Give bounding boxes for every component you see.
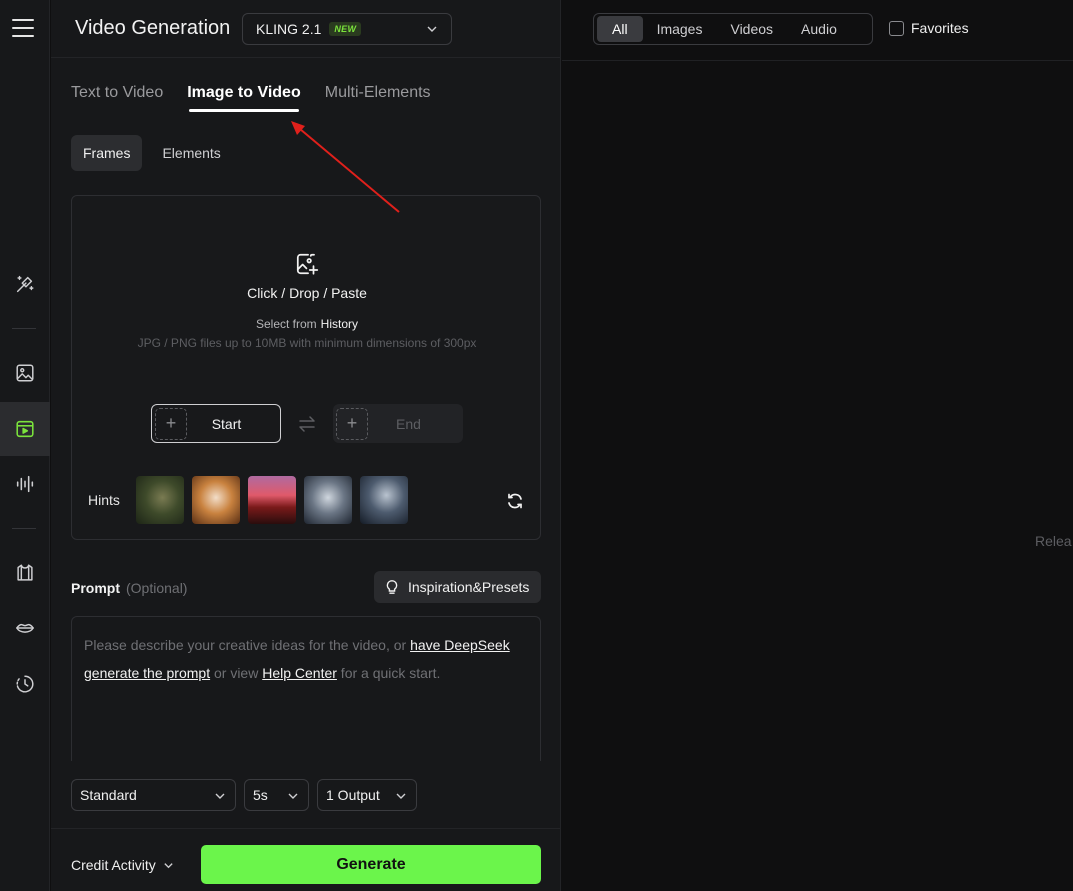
new-badge: NEW (329, 22, 362, 36)
prompt-placeholder-2: or view (210, 665, 263, 681)
prompt-placeholder-3: for a quick start. (336, 665, 441, 681)
history-link[interactable]: History (321, 317, 358, 331)
prompt-title: Prompt (71, 580, 120, 596)
help-center-link[interactable]: Help Center (262, 665, 337, 681)
duration-value: 5s (253, 787, 268, 803)
left-rail (0, 0, 50, 891)
plus-icon: + (155, 407, 187, 440)
media-filter-group: All Images Videos Audio (593, 13, 873, 45)
upload-title: Click / Drop / Paste (247, 285, 367, 301)
video-icon (16, 420, 34, 438)
prompt-placeholder-1: Please describe your creative ideas for … (84, 637, 411, 653)
history-clock-icon (16, 675, 34, 693)
panel-header: Video Generation KLING 2.1 NEW (51, 0, 561, 58)
panel-footer: Credit Activity Generate (51, 828, 561, 891)
audio-wave-icon (16, 475, 34, 493)
upload-hint: JPG / PNG files up to 10MB with minimum … (137, 336, 477, 350)
subtab-frames[interactable]: Frames (71, 135, 143, 171)
empty-state-text: Relea (1035, 533, 1072, 549)
rail-divider (12, 528, 36, 529)
hint-thumbnail-panda[interactable] (192, 476, 240, 524)
subtab-elements[interactable]: Elements (150, 135, 232, 171)
rail-item-generate[interactable] (0, 257, 50, 311)
rail-item-audio[interactable] (0, 457, 50, 511)
mode-tabs: Text to Video Image to Video Multi-Eleme… (71, 84, 455, 112)
filter-videos[interactable]: Videos (716, 16, 787, 42)
upload-history-line: Select from History (72, 317, 542, 331)
inspiration-presets-button[interactable]: Inspiration&Presets (374, 571, 541, 603)
rail-divider (12, 328, 36, 329)
hint-thumbnail-forest[interactable] (136, 476, 184, 524)
output-count-select[interactable]: 1 Output (317, 779, 417, 811)
model-select[interactable]: KLING 2.1 NEW (242, 13, 452, 45)
generate-button[interactable]: Generate (201, 845, 541, 884)
hint-thumbnail-warrior[interactable] (360, 476, 408, 524)
favorites-label: Favorites (911, 20, 969, 36)
start-frame-label: Start (211, 415, 242, 432)
chevron-down-icon (164, 862, 173, 868)
add-image-icon (296, 253, 319, 275)
rail-item-tryon[interactable] (0, 546, 50, 600)
model-name: KLING 2.1 (256, 21, 322, 37)
credit-activity-dropdown[interactable]: Credit Activity (71, 857, 174, 873)
end-frame-button[interactable]: + End (333, 404, 463, 443)
page-title: Video Generation (75, 17, 231, 39)
magic-pen-icon (16, 275, 34, 293)
prompt-textarea[interactable]: Please describe your creative ideas for … (71, 616, 541, 761)
results-toolbar: All Images Videos Audio Favorites (562, 0, 1073, 61)
quality-value: Standard (80, 787, 137, 803)
history-prefix: Select from (255, 317, 317, 331)
rail-item-video[interactable] (0, 402, 50, 456)
shirt-icon (17, 564, 33, 581)
refresh-icon[interactable] (505, 491, 525, 511)
filter-audio[interactable]: Audio (787, 16, 851, 42)
image-icon (16, 364, 34, 382)
credit-label: Credit Activity (71, 857, 156, 873)
swap-icon[interactable] (297, 414, 317, 434)
chevron-down-icon (215, 793, 225, 799)
rail-item-images[interactable] (0, 346, 50, 400)
tab-multi-elements[interactable]: Multi-Elements (325, 84, 431, 112)
inspiration-label: Inspiration&Presets (408, 579, 530, 595)
chevron-down-icon (288, 793, 298, 799)
input-subtabs: Frames Elements (71, 135, 241, 171)
quality-select[interactable]: Standard (71, 779, 236, 811)
hint-thumbnail-lava[interactable] (248, 476, 296, 524)
start-frame-button[interactable]: + Start (151, 404, 281, 443)
generation-panel: Video Generation KLING 2.1 NEW Text to V… (51, 0, 561, 891)
menu-icon[interactable] (12, 19, 34, 37)
lightbulb-icon (386, 580, 398, 594)
chevron-down-icon (427, 26, 437, 32)
tab-image-to-video[interactable]: Image to Video (187, 84, 301, 112)
prompt-optional: (Optional) (126, 580, 188, 596)
rail-item-lipsync[interactable] (0, 601, 50, 655)
duration-select[interactable]: 5s (244, 779, 309, 811)
favorites-checkbox[interactable]: Favorites (889, 20, 969, 36)
lips-icon (16, 623, 34, 633)
tab-text-to-video[interactable]: Text to Video (71, 84, 163, 112)
hint-thumbnail-figure[interactable] (304, 476, 352, 524)
plus-icon: + (336, 407, 368, 440)
chevron-down-icon (396, 793, 406, 799)
image-upload-area[interactable]: Click / Drop / Paste Select from History … (71, 195, 541, 540)
output-count-value: 1 Output (326, 787, 380, 803)
end-frame-label: End (396, 415, 421, 432)
filter-images[interactable]: Images (643, 16, 717, 42)
hints-label: Hints (88, 492, 120, 508)
prompt-label: Prompt (Optional) (71, 580, 187, 596)
filter-all[interactable]: All (597, 16, 643, 42)
rail-item-history[interactable] (0, 657, 50, 711)
checkbox-icon (889, 20, 904, 36)
